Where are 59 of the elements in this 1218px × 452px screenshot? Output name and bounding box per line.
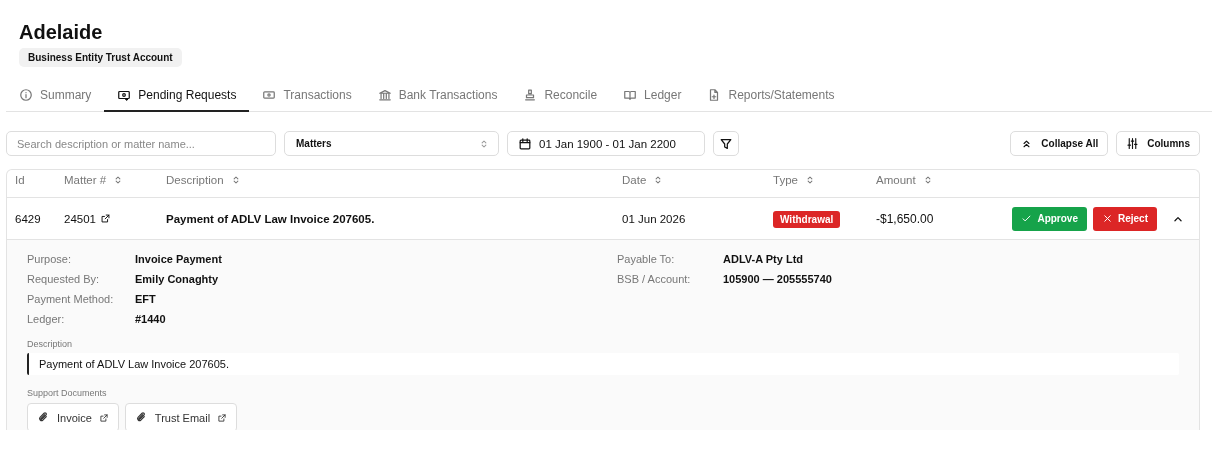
account-type-badge: Business Entity Trust Account: [19, 48, 182, 67]
table-cell: 6429: [15, 212, 41, 225]
external-link-icon: [217, 412, 228, 423]
tab[interactable]: Reconcile: [510, 79, 611, 112]
field-value: #1440: [135, 313, 167, 325]
column-header[interactable]: Matter #: [64, 173, 107, 186]
sliders-icon: [1126, 137, 1140, 150]
paperclip-icon: [134, 411, 148, 424]
filter-button[interactable]: [713, 131, 739, 156]
columns-button[interactable]: Columns: [1116, 131, 1200, 156]
date-range-field[interactable]: 01 Jan 1900 - 01 Jan 2200: [507, 131, 705, 156]
field-value: Invoice Payment: [135, 253, 223, 265]
check-icon: [1021, 213, 1033, 224]
table-cell: 01 Jun 2026: [622, 212, 686, 225]
description-text: Payment of ADLV Law Invoice 207605.: [27, 353, 1179, 375]
bank-icon: [377, 87, 392, 102]
external-link-icon: [98, 412, 109, 423]
reject-button[interactable]: Reject: [1093, 206, 1157, 231]
filter-icon: [719, 136, 733, 151]
matters-select[interactable]: Matters: [284, 131, 499, 156]
tab[interactable]: Reports/Statements: [694, 79, 848, 112]
field-label: Payment Method:: [27, 293, 115, 305]
field-value: 105900 — 205555740: [723, 273, 833, 285]
column-header[interactable]: Amount: [876, 173, 916, 186]
tab[interactable]: Transactions: [249, 79, 365, 112]
document-link[interactable]: Invoice: [27, 403, 119, 430]
close-icon: [1102, 213, 1113, 224]
external-link-icon: [100, 213, 111, 224]
tab[interactable]: Summary: [6, 79, 105, 112]
search-field[interactable]: Search description or matter name...: [6, 131, 276, 156]
collapse-all-button[interactable]: Collapse All: [1010, 131, 1109, 156]
field-label: Payable To:: [617, 253, 676, 265]
tab[interactable]: Pending Requests: [104, 79, 250, 112]
field-value: Emily Conaghty: [135, 273, 220, 285]
field-value: ADLV-A Pty Ltd: [723, 253, 805, 265]
document-link[interactable]: Trust Email: [124, 403, 238, 430]
column-header[interactable]: Type: [773, 173, 798, 186]
stamp-icon: [523, 87, 538, 102]
field-value: EFT: [135, 293, 157, 305]
paperclip-icon: [37, 411, 50, 424]
column-header: Id: [15, 173, 25, 186]
approve-button[interactable]: Approve: [1012, 206, 1087, 231]
table-cell: Payment of ADLV Law Invoice 207605.: [166, 212, 375, 225]
field-label: Requested By:: [27, 273, 101, 285]
matter-link[interactable]: 24501: [64, 212, 96, 225]
type-badge: Withdrawal: [773, 210, 841, 228]
field-label: Ledger:: [27, 313, 66, 325]
field-label: Purpose:: [27, 253, 73, 265]
tab[interactable]: Bank Transactions: [364, 79, 511, 112]
calendar-icon: [518, 136, 532, 151]
tab[interactable]: Ledger: [610, 79, 695, 112]
column-header[interactable]: Description: [166, 173, 224, 186]
info-icon: [19, 87, 33, 102]
section-label: Support Documents: [27, 388, 107, 398]
field-label: BSB / Account:: [617, 273, 692, 285]
table-cell: -$1,650.00: [876, 211, 934, 226]
account-title: Adelaide: [19, 20, 104, 44]
section-label: Description: [27, 339, 73, 349]
column-header[interactable]: Date: [622, 173, 647, 186]
